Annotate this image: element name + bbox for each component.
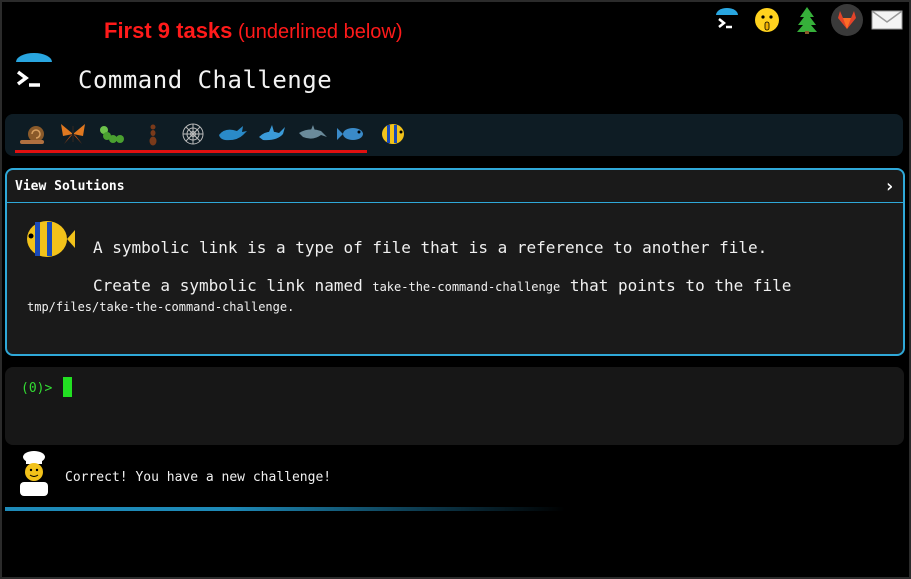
- mail-icon[interactable]: [871, 4, 903, 36]
- terminal-icon[interactable]: [711, 4, 743, 36]
- panel-header-label: View Solutions: [15, 178, 125, 194]
- status-progress-bar: [5, 507, 565, 511]
- butterfly-icon[interactable]: [55, 120, 91, 148]
- fish-icon[interactable]: [335, 120, 371, 148]
- challenge-description: A symbolic link is a type of file that i…: [93, 238, 768, 257]
- challenge-panel: View Solutions › A symbolic link is a ty…: [5, 168, 905, 356]
- terminal-cursor: [63, 377, 72, 397]
- challenge-progress-bar: [5, 114, 903, 156]
- instruction-suffix: that points to the file: [560, 276, 792, 295]
- annotation-overlay: First 9 tasks (underlined below): [104, 18, 403, 44]
- overlay-rest: (underlined below): [232, 21, 403, 43]
- whale-icon[interactable]: [215, 120, 251, 148]
- shark-icon[interactable]: [255, 120, 291, 148]
- instruction-code: take-the-command-challenge: [372, 280, 561, 294]
- app-logo-icon: [14, 52, 54, 96]
- view-solutions-toggle[interactable]: View Solutions ›: [7, 170, 903, 203]
- overlay-bold: First 9 tasks: [104, 18, 233, 43]
- first-tasks-underline: [15, 150, 367, 153]
- status-message: Correct! You have a new challenge!: [65, 470, 332, 485]
- spider-web-icon[interactable]: [175, 120, 211, 148]
- chef-icon: [14, 450, 54, 496]
- caterpillar-icon[interactable]: [95, 120, 131, 148]
- challenge-instruction: Create a symbolic link named take-the-co…: [93, 276, 791, 295]
- top-icon-bar: [711, 4, 903, 36]
- gitlab-icon[interactable]: [831, 4, 863, 36]
- ant-icon[interactable]: [135, 120, 171, 148]
- instruction-path: tmp/files/take-the-command-challenge.: [27, 300, 295, 314]
- terminal-input[interactable]: (0)>: [5, 367, 904, 445]
- snail-icon[interactable]: [15, 120, 51, 148]
- dolphin-icon[interactable]: [295, 120, 331, 148]
- terminal-prompt: (0)>: [21, 381, 53, 396]
- page-title: Command Challenge: [78, 66, 333, 94]
- tropical-fish-icon[interactable]: [375, 120, 411, 148]
- tree-icon[interactable]: [791, 4, 823, 36]
- shushing-face-icon[interactable]: [751, 4, 783, 36]
- chevron-right-icon: ›: [884, 175, 895, 197]
- tropical-fish-icon: [21, 216, 75, 262]
- instruction-prefix: Create a symbolic link named: [93, 276, 373, 295]
